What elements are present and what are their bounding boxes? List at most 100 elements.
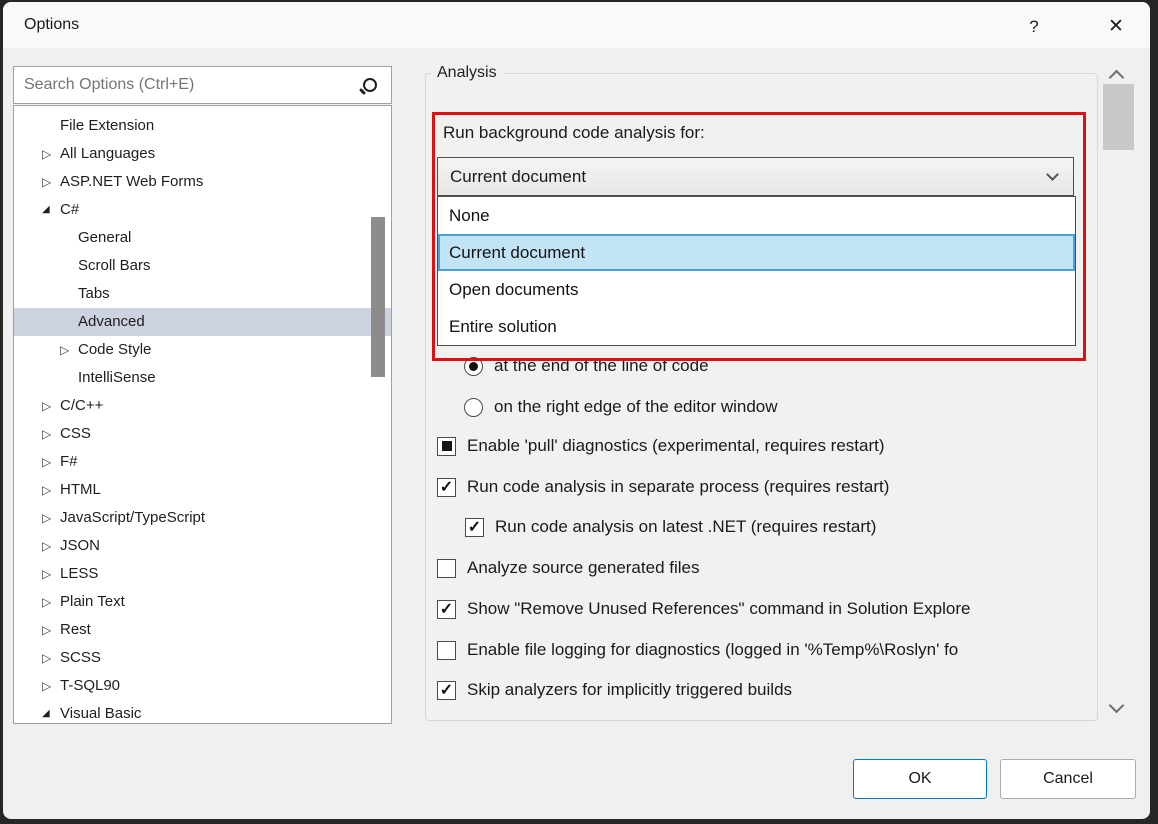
tree-expander-icon[interactable]: ▷ xyxy=(42,448,60,476)
checkbox-option[interactable]: ✓ Skip analyzers for implicitly triggere… xyxy=(437,677,792,703)
tree-expander-icon[interactable]: ▷ xyxy=(42,672,60,700)
checkbox-option[interactable]: ✓ Run code analysis on latest .NET (requ… xyxy=(465,514,876,540)
radio-icon xyxy=(464,357,483,376)
tree-item-label: T-SQL90 xyxy=(60,672,120,700)
tree-expander-icon[interactable]: ▷ xyxy=(42,616,60,644)
tree-expander-icon[interactable]: ◢ xyxy=(42,196,60,224)
tree-item[interactable]: ▷ Plain Text xyxy=(14,588,391,616)
tree-item-label: HTML xyxy=(60,476,101,504)
tree-item-label: JSON xyxy=(60,532,100,560)
tree-item[interactable]: ▷ T-SQL90 xyxy=(14,672,391,700)
tree-item-label: File Extension xyxy=(60,112,154,140)
tree-item[interactable]: Advanced xyxy=(14,308,391,336)
tree-item[interactable]: ▷ JSON xyxy=(14,532,391,560)
combobox-value: Current document xyxy=(438,167,1048,187)
help-icon[interactable]: ? xyxy=(1017,12,1051,42)
scroll-up-icon[interactable] xyxy=(1109,70,1125,86)
ok-button[interactable]: OK xyxy=(853,759,987,799)
checkbox-option[interactable]: Enable file logging for diagnostics (log… xyxy=(437,637,958,663)
tree-expander-icon[interactable]: ▷ xyxy=(42,476,60,504)
tree-item[interactable]: General xyxy=(14,224,391,252)
checkbox-icon: ✓ xyxy=(437,681,456,700)
tree-item[interactable]: ◢ Visual Basic xyxy=(14,700,391,724)
radio-option[interactable]: on the right edge of the editor window xyxy=(464,394,778,420)
title-bar: Options ? ✕ xyxy=(3,2,1150,48)
radio-option[interactable]: at the end of the line of code xyxy=(464,353,709,379)
checkbox-icon xyxy=(437,437,456,456)
cancel-button[interactable]: Cancel xyxy=(1000,759,1136,799)
tree-item[interactable]: ▷ HTML xyxy=(14,476,391,504)
chevron-down-icon xyxy=(1046,168,1059,181)
search-icon[interactable] xyxy=(363,78,377,92)
tree-item-label: General xyxy=(78,224,131,252)
checkbox-icon xyxy=(437,641,456,660)
checkbox-icon: ✓ xyxy=(465,518,484,537)
search-input[interactable] xyxy=(14,76,363,94)
tree-item[interactable]: ◢ C# xyxy=(14,196,391,224)
tree-item[interactable]: ▷ CSS xyxy=(14,420,391,448)
tree-item-label: F# xyxy=(60,448,78,476)
combobox-dropdown-list: None Current document Open documents Ent… xyxy=(437,196,1076,346)
tree-item-label: Advanced xyxy=(78,308,145,336)
tree-expander-icon[interactable]: ▷ xyxy=(60,336,78,364)
tree-item-label: CSS xyxy=(60,420,91,448)
tree-item[interactable]: ▷ Code Style xyxy=(14,336,391,364)
tree-item[interactable]: File Extension xyxy=(14,112,391,140)
tree-scrollbar-thumb[interactable] xyxy=(371,217,385,377)
checkbox-label: Run code analysis in separate process (r… xyxy=(467,477,889,497)
checkbox-option[interactable]: ✓ Show "Remove Unused References" comman… xyxy=(437,596,970,622)
checkbox-icon xyxy=(437,559,456,578)
tree-item[interactable]: ▷ All Languages xyxy=(14,140,391,168)
radio-icon xyxy=(464,398,483,417)
tree-expander-icon[interactable]: ▷ xyxy=(42,140,60,168)
tree-item-label: C/C++ xyxy=(60,392,103,420)
checkbox-option[interactable]: ✓ Run code analysis in separate process … xyxy=(437,474,889,500)
checkbox-label: Analyze source generated files xyxy=(467,558,699,578)
tree-expander-icon[interactable]: ◢ xyxy=(42,700,60,724)
checkbox-option[interactable]: Enable 'pull' diagnostics (experimental,… xyxy=(437,433,885,459)
window-title: Options xyxy=(24,2,79,48)
tree-expander-icon[interactable]: ▷ xyxy=(42,588,60,616)
tree-item-label: All Languages xyxy=(60,140,155,168)
analysis-group-title: Analysis xyxy=(431,64,503,82)
tree-item[interactable]: Tabs xyxy=(14,280,391,308)
checkbox-label: Show "Remove Unused References" command … xyxy=(467,599,970,619)
dropdown-label: Run background code analysis for: xyxy=(443,123,705,143)
dropdown-option[interactable]: Open documents xyxy=(438,271,1075,308)
tree-item[interactable]: Scroll Bars xyxy=(14,252,391,280)
checkbox-label: Run code analysis on latest .NET (requir… xyxy=(495,517,876,537)
radio-label: on the right edge of the editor window xyxy=(494,397,778,417)
checkbox-label: Enable file logging for diagnostics (log… xyxy=(467,640,958,660)
tree-item[interactable]: ▷ C/C++ xyxy=(14,392,391,420)
background-analysis-combobox[interactable]: Current document xyxy=(437,157,1074,196)
tree-item-label: SCSS xyxy=(60,644,101,672)
search-box xyxy=(13,66,392,104)
checkbox-option[interactable]: Analyze source generated files xyxy=(437,555,699,581)
tree-item[interactable]: ▷ SCSS xyxy=(14,644,391,672)
options-dialog: Options ? ✕ File Extension ▷ All Languag… xyxy=(3,2,1150,819)
tree-expander-icon[interactable]: ▷ xyxy=(42,532,60,560)
close-icon[interactable]: ✕ xyxy=(1099,12,1133,42)
tree-item-label: Code Style xyxy=(78,336,151,364)
tree-item[interactable]: ▷ Rest xyxy=(14,616,391,644)
tree-item[interactable]: ▷ LESS xyxy=(14,560,391,588)
tree-expander-icon[interactable]: ▷ xyxy=(42,560,60,588)
panel-scrollbar-thumb[interactable] xyxy=(1103,84,1134,150)
scroll-down-icon[interactable] xyxy=(1109,698,1125,714)
tree-item-label: JavaScript/TypeScript xyxy=(60,504,205,532)
tree-expander-icon[interactable]: ▷ xyxy=(42,644,60,672)
tree-item[interactable]: IntelliSense xyxy=(14,364,391,392)
tree-item[interactable]: ▷ JavaScript/TypeScript xyxy=(14,504,391,532)
checkbox-icon: ✓ xyxy=(437,478,456,497)
tree-item[interactable]: ▷ ASP.NET Web Forms xyxy=(14,168,391,196)
tree-item[interactable]: ▷ F# xyxy=(14,448,391,476)
tree-item-label: ASP.NET Web Forms xyxy=(60,168,203,196)
dropdown-option[interactable]: Current document xyxy=(438,234,1075,271)
tree-item-label: C# xyxy=(60,196,79,224)
tree-expander-icon[interactable]: ▷ xyxy=(42,504,60,532)
tree-expander-icon[interactable]: ▷ xyxy=(42,392,60,420)
dropdown-option[interactable]: Entire solution xyxy=(438,308,1075,345)
tree-expander-icon[interactable]: ▷ xyxy=(42,420,60,448)
dropdown-option[interactable]: None xyxy=(438,197,1075,234)
tree-expander-icon[interactable]: ▷ xyxy=(42,168,60,196)
